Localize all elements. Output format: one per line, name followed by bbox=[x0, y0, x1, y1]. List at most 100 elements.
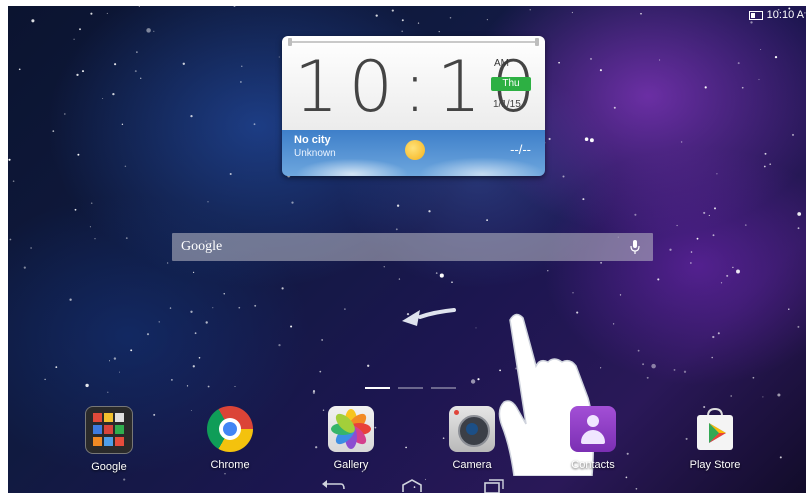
weather-panel[interactable]: No city Unknown --/-- bbox=[282, 130, 545, 176]
star bbox=[112, 92, 115, 96]
star bbox=[529, 9, 531, 11]
star bbox=[124, 165, 127, 168]
star bbox=[470, 379, 476, 384]
star bbox=[737, 62, 740, 65]
star bbox=[90, 202, 93, 204]
star bbox=[383, 266, 385, 268]
star bbox=[676, 224, 678, 227]
app-contacts[interactable]: Contacts bbox=[553, 406, 633, 471]
app-label: Contacts bbox=[571, 459, 615, 471]
star bbox=[762, 396, 764, 398]
star bbox=[659, 59, 661, 61]
star bbox=[344, 308, 346, 310]
star bbox=[791, 133, 795, 136]
star bbox=[680, 141, 683, 143]
app-chrome[interactable]: Chrome bbox=[190, 406, 270, 471]
star bbox=[81, 70, 85, 73]
star bbox=[777, 393, 781, 397]
star bbox=[234, 385, 236, 388]
star bbox=[130, 349, 133, 352]
gallery-icon bbox=[328, 406, 374, 452]
home-icon[interactable] bbox=[400, 479, 424, 493]
app-google[interactable]: Google bbox=[69, 406, 149, 473]
star bbox=[169, 307, 172, 309]
star bbox=[704, 86, 707, 89]
star bbox=[584, 137, 589, 141]
star bbox=[233, 6, 236, 8]
star bbox=[736, 269, 740, 274]
recents-icon[interactable] bbox=[481, 479, 505, 493]
star bbox=[741, 86, 744, 89]
app-label: Play Store bbox=[689, 459, 741, 471]
clock-weather-widget[interactable]: 10:10 AM Thu 1/1/15 No city Unknown --/-… bbox=[282, 36, 545, 176]
back-icon[interactable] bbox=[321, 479, 345, 493]
star bbox=[89, 226, 91, 228]
star bbox=[396, 204, 400, 207]
star bbox=[79, 28, 81, 31]
star bbox=[74, 208, 77, 211]
microphone-icon[interactable] bbox=[627, 239, 643, 255]
star bbox=[140, 77, 142, 79]
star bbox=[669, 248, 672, 251]
star bbox=[401, 19, 404, 22]
star bbox=[375, 14, 378, 17]
status-time: 10:10 A bbox=[766, 9, 804, 21]
star bbox=[171, 379, 173, 381]
star bbox=[367, 364, 370, 367]
page-dot-2 bbox=[398, 387, 423, 389]
app-play-store[interactable]: Play Store bbox=[675, 406, 755, 471]
star bbox=[94, 238, 96, 240]
star bbox=[391, 9, 394, 12]
star bbox=[8, 158, 11, 161]
star bbox=[439, 273, 444, 278]
star bbox=[212, 307, 214, 309]
star bbox=[401, 30, 404, 33]
star bbox=[726, 274, 729, 277]
star bbox=[475, 327, 477, 329]
star bbox=[758, 78, 760, 81]
star bbox=[23, 266, 26, 269]
star bbox=[582, 198, 585, 201]
page-indicator bbox=[365, 387, 456, 389]
star bbox=[90, 12, 93, 15]
app-label: Gallery bbox=[333, 459, 369, 471]
app-gallery[interactable]: Gallery bbox=[311, 406, 391, 471]
app-camera[interactable]: Camera bbox=[432, 406, 512, 471]
star bbox=[229, 172, 232, 176]
star bbox=[711, 356, 713, 359]
star bbox=[9, 238, 12, 241]
star bbox=[153, 30, 155, 32]
star bbox=[788, 308, 790, 310]
app-dock: Google Chrome Gallery Camera Contacts Pl… bbox=[8, 406, 806, 476]
star bbox=[589, 138, 594, 143]
star bbox=[752, 376, 755, 379]
star bbox=[486, 219, 488, 221]
star bbox=[31, 19, 35, 23]
star bbox=[136, 51, 138, 53]
star bbox=[146, 333, 150, 336]
star bbox=[547, 270, 549, 272]
star bbox=[190, 310, 193, 313]
clock-ampm: AM bbox=[494, 58, 509, 69]
star bbox=[417, 22, 420, 24]
star bbox=[395, 228, 398, 231]
star bbox=[63, 113, 66, 115]
star bbox=[18, 68, 21, 71]
star bbox=[278, 343, 281, 347]
star bbox=[223, 293, 225, 295]
star bbox=[774, 55, 778, 59]
star bbox=[240, 81, 242, 83]
star bbox=[76, 73, 79, 77]
star bbox=[769, 163, 772, 166]
clock-face: 10:10 AM Thu 1/1/15 bbox=[282, 36, 545, 130]
star bbox=[717, 332, 720, 335]
star bbox=[108, 360, 111, 362]
star bbox=[797, 227, 800, 230]
weather-temperature: --/-- bbox=[510, 142, 531, 157]
google-search-bar[interactable]: Google bbox=[172, 233, 653, 261]
star bbox=[118, 371, 121, 373]
star bbox=[764, 152, 767, 155]
app-label: Camera bbox=[452, 459, 492, 471]
star bbox=[291, 201, 294, 204]
star bbox=[30, 247, 32, 249]
